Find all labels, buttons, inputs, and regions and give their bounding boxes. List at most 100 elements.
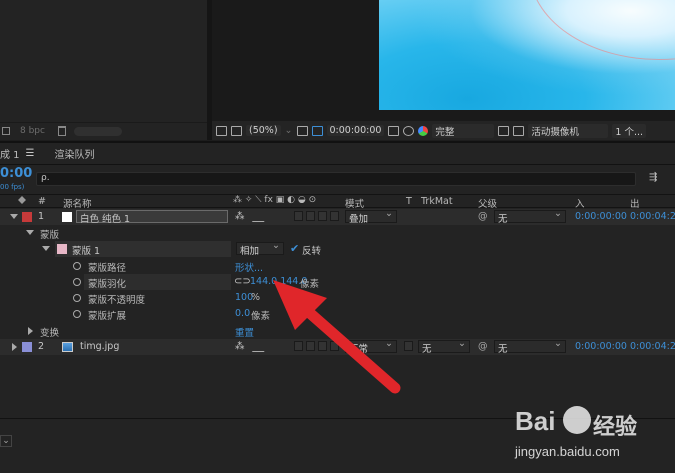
switches-column-icons: ⁂ ✧ ⟍ fx ▣ ◐ ◒ ⊙ bbox=[233, 195, 317, 205]
layer-2-name[interactable]: timg.jpg bbox=[80, 341, 119, 352]
layer-2-label-color[interactable] bbox=[22, 342, 32, 352]
show-snapshot-icon[interactable] bbox=[403, 125, 415, 136]
watermark-brand: Bai bbox=[515, 406, 556, 436]
timeline-options-icon[interactable]: ⇶ bbox=[649, 172, 657, 183]
layer-1-index: 1 bbox=[38, 211, 45, 222]
layer-1-twirl-icon[interactable] bbox=[10, 214, 18, 219]
layer-1-switch-d[interactable] bbox=[330, 211, 339, 221]
layer-2-index: 2 bbox=[38, 341, 45, 352]
project-panel-footer: 8 bpc bbox=[0, 122, 207, 140]
tab-render-queue[interactable]: 渲染队列 bbox=[49, 146, 101, 161]
mask-expansion-label: 蒙版扩展 bbox=[88, 311, 127, 322]
column-mode[interactable]: 模式 bbox=[345, 196, 364, 210]
layer-1-name[interactable]: 白色 纯色 1 bbox=[80, 211, 130, 225]
baidu-jingyan-watermark: Bai 经验 jingyan.baidu.com bbox=[497, 400, 675, 473]
red-annotation-arrow-icon bbox=[273, 280, 401, 394]
masks-group-label: 蒙版 bbox=[40, 230, 60, 241]
tab-menu-icon[interactable]: ☰ bbox=[26, 148, 35, 159]
layer-2-parent-select[interactable]: 无 bbox=[494, 338, 566, 355]
fps-label: 00 fps) bbox=[0, 183, 25, 191]
layer-2-trkmat-select[interactable]: 无 bbox=[418, 338, 470, 355]
layer-1-solid-icon bbox=[62, 212, 72, 222]
camera-select[interactable]: 活动摄像机 bbox=[528, 123, 609, 138]
project-panel bbox=[0, 0, 207, 140]
monitor-icon[interactable] bbox=[231, 125, 242, 136]
column-in[interactable]: 入 bbox=[575, 196, 585, 210]
composition-preview-image bbox=[379, 0, 675, 110]
column-trkmat[interactable]: TrkMat bbox=[421, 196, 453, 207]
label-column-icon[interactable] bbox=[18, 196, 26, 204]
tab-composition-1[interactable]: 成 1 bbox=[0, 146, 26, 161]
mask-path-label: 蒙版路径 bbox=[88, 263, 127, 274]
column-hash: # bbox=[38, 196, 46, 207]
mask-1-color-swatch[interactable] bbox=[57, 244, 67, 254]
new-folder-icon[interactable] bbox=[2, 127, 10, 135]
mask-visibility-icon[interactable] bbox=[311, 125, 323, 136]
mask-1-mode-select[interactable]: 相加 bbox=[236, 240, 284, 257]
mask-1-inverted-label: 反转 bbox=[302, 246, 322, 257]
layer-2-shy-icon[interactable]: ⁂ bbox=[235, 341, 245, 352]
mask-1-inverted-checkbox[interactable]: ✔ bbox=[290, 242, 299, 255]
layer-1-switch-b[interactable] bbox=[306, 211, 315, 221]
resolution-select[interactable]: 完整 bbox=[432, 123, 495, 138]
trash-icon[interactable] bbox=[58, 126, 66, 136]
bpc-label[interactable]: 8 bpc bbox=[20, 126, 45, 136]
constrain-proportions-icon[interactable]: ⊂⊃ bbox=[234, 276, 251, 287]
layer-1-switch-c[interactable] bbox=[318, 211, 327, 221]
layer-1-mode-select[interactable]: 叠加 bbox=[345, 208, 397, 225]
transform-reset-link[interactable]: 重置 bbox=[235, 325, 254, 339]
watermark-url: jingyan.baidu.com bbox=[515, 444, 620, 459]
watermark-brand-2: 经验 bbox=[593, 415, 638, 440]
timeline-tab-strip: 成 1 ☰ 渲染队列 bbox=[0, 143, 675, 165]
current-time-display[interactable]: 0:00 bbox=[0, 166, 32, 181]
toggle-switches-button[interactable]: ⌄ bbox=[0, 435, 12, 447]
column-source-name[interactable]: 源名称 bbox=[63, 196, 92, 210]
paw-icon bbox=[563, 406, 591, 434]
layer-1-label-color[interactable] bbox=[22, 212, 32, 222]
safe-zones-icon[interactable] bbox=[296, 125, 308, 136]
zoom-select[interactable]: (50%) bbox=[246, 125, 281, 136]
always-preview-icon[interactable] bbox=[216, 125, 227, 136]
viewer-timecode[interactable]: 0:00:00:00 bbox=[326, 125, 385, 136]
layer-1-in[interactable]: 0:00:00:00 bbox=[575, 211, 627, 222]
zoom-chevron-icon[interactable]: ⌄ bbox=[285, 125, 293, 136]
layer-1-quality-icon[interactable] bbox=[251, 212, 273, 222]
column-t: T bbox=[406, 196, 412, 207]
channel-icon[interactable] bbox=[418, 125, 429, 136]
snapshot-icon[interactable] bbox=[388, 125, 400, 136]
mask-expansion-stopwatch-icon[interactable] bbox=[73, 310, 81, 318]
search-icon: ρ. bbox=[41, 173, 50, 183]
transparency-grid-icon[interactable] bbox=[513, 125, 525, 136]
layer-1-parent-select[interactable]: 无 bbox=[494, 208, 566, 225]
mask-1-name[interactable]: 蒙版 1 bbox=[72, 243, 100, 257]
layer-1-shy-icon[interactable]: ⁂ bbox=[235, 211, 245, 222]
layer-2-twirl-icon[interactable] bbox=[12, 343, 17, 351]
layer-search-input[interactable]: ρ. bbox=[36, 172, 636, 186]
layer-column-header: # 源名称 ⁂ ✧ ⟍ fx ▣ ◐ ◒ ⊙ 模式 T TrkMat 父级 入 … bbox=[0, 194, 675, 210]
layer-2-in[interactable]: 0:00:00:00 bbox=[575, 341, 627, 352]
column-out[interactable]: 出 bbox=[630, 196, 640, 210]
transform-label: 变换 bbox=[40, 328, 60, 339]
layer-1-switch-a[interactable] bbox=[294, 211, 303, 221]
masks-twirl-icon[interactable] bbox=[26, 230, 34, 235]
mask-1-row[interactable]: 蒙版 1 相加 ✔ 反转 bbox=[0, 240, 675, 257]
region-of-interest-icon[interactable] bbox=[498, 125, 510, 136]
layer-2-out[interactable]: 0:00:04:29 bbox=[630, 341, 675, 352]
layer-1-out[interactable]: 0:00:04:29 bbox=[630, 211, 675, 222]
mask-feather-stopwatch-icon[interactable] bbox=[73, 278, 81, 286]
column-parent[interactable]: 父级 bbox=[478, 196, 497, 210]
layer-2-parent-pickwhip-icon[interactable]: @ bbox=[478, 341, 488, 352]
layer-1-parent-pickwhip-icon[interactable]: @ bbox=[478, 211, 488, 222]
transform-twirl-icon[interactable] bbox=[28, 327, 33, 335]
mask-1-twirl-icon[interactable] bbox=[42, 246, 50, 251]
masks-group-row[interactable]: 蒙版 bbox=[0, 225, 675, 241]
mask-feather-label: 蒙版羽化 bbox=[88, 279, 127, 290]
viewer-toolbar: (50%) ⌄ 0:00:00:00 完整 活动摄像机 1 个... bbox=[212, 121, 675, 140]
mask-path-stopwatch-icon[interactable] bbox=[73, 262, 81, 270]
layer-row-1[interactable]: 1 白色 纯色 1 ⁂ 叠加 @ 无 0:00:00:00 0:00:04:29 bbox=[0, 208, 675, 225]
scroll-thumb[interactable] bbox=[74, 127, 122, 136]
views-select[interactable]: 1 个... bbox=[612, 123, 647, 138]
layer-2-image-icon bbox=[62, 342, 73, 352]
mask-expansion-value[interactable]: 0.0 bbox=[235, 308, 250, 319]
mask-opacity-stopwatch-icon[interactable] bbox=[73, 294, 81, 302]
